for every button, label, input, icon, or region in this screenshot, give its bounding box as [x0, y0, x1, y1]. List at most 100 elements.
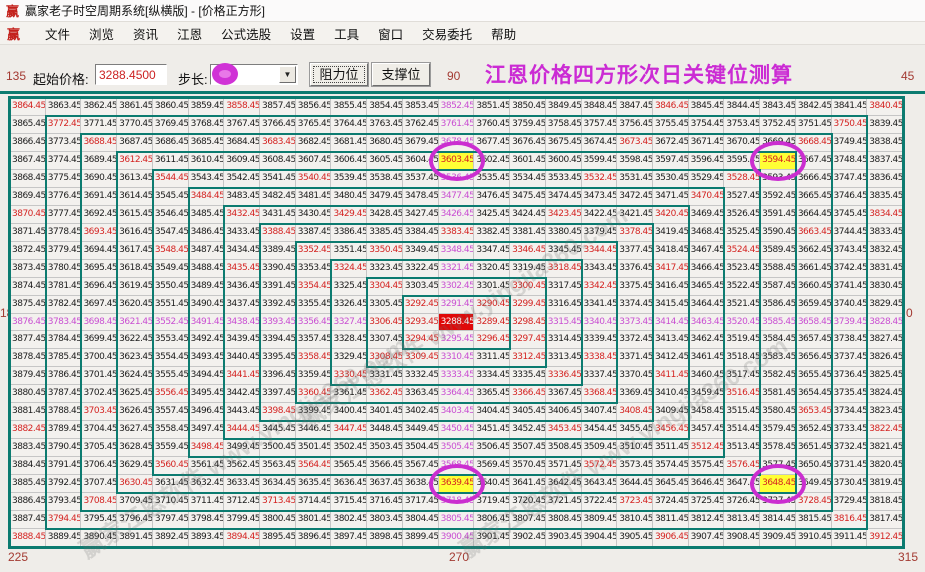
menu-item-2[interactable]: 资讯 [133, 24, 158, 43]
start-price-input[interactable] [95, 64, 167, 85]
grid-cell: 3388.45 [260, 224, 296, 242]
grid-cell: 3316.45 [546, 296, 582, 314]
grid-cell: 3661.45 [796, 260, 832, 278]
grid-cell: 3559.45 [153, 439, 189, 457]
grid-cell: 3667.45 [796, 152, 832, 170]
grid-cell: 3684.45 [224, 134, 260, 152]
grid-cell: 3544.45 [153, 170, 189, 188]
grid-cell: 3348.45 [439, 242, 475, 260]
grid-cell: 3584.45 [760, 331, 796, 349]
grid-cell: 3722.45 [582, 493, 618, 511]
grid-cell: 3633.45 [224, 475, 260, 493]
menu-item-6[interactable]: 工具 [334, 24, 359, 43]
grid-cell: 3498.45 [189, 439, 225, 457]
grid-cell: 3607.45 [296, 152, 332, 170]
grid-cell: 3296.45 [474, 331, 510, 349]
grid-cell: 3340.45 [582, 314, 618, 332]
grid-cell: 3319.45 [510, 260, 546, 278]
grid-cell: 3336.45 [546, 367, 582, 385]
grid-cell: 3507.45 [510, 439, 546, 457]
grid-cell: 3660.45 [796, 278, 832, 296]
grid-cell: 3475.45 [510, 188, 546, 206]
grid-cell: 3832.45 [867, 242, 903, 260]
grid-cell: 3486.45 [189, 224, 225, 242]
grid-cell: 3833.45 [867, 224, 903, 242]
grid-cell: 3848.45 [582, 98, 618, 116]
grid-cell: 3741.45 [832, 278, 868, 296]
grid-cell: 3839.45 [867, 116, 903, 134]
grid-cell: 3797.45 [153, 511, 189, 529]
grid-cell: 3674.45 [582, 134, 618, 152]
grid-cell: 3552.45 [153, 314, 189, 332]
grid-cell: 3901.45 [474, 529, 510, 547]
grid-cell: 3419.45 [653, 224, 689, 242]
grid-cell: 3325.45 [331, 278, 367, 296]
grid-cell: 3882.45 [10, 421, 46, 439]
menu-item-0[interactable]: 文件 [45, 24, 70, 43]
grid-cell: 3368.45 [582, 385, 618, 403]
grid-cell: 3757.45 [582, 116, 618, 134]
menu-item-7[interactable]: 窗口 [378, 24, 403, 43]
grid-cell: 3522.45 [724, 278, 760, 296]
grid-cell: 3503.45 [367, 439, 403, 457]
grid-cell: 3414.45 [653, 314, 689, 332]
menu-item-5[interactable]: 设置 [290, 24, 315, 43]
grid-cell: 3625.45 [117, 385, 153, 403]
step-label: 步长: [178, 69, 208, 88]
grid-cell: 3554.45 [153, 349, 189, 367]
grid-cell: 3740.45 [832, 296, 868, 314]
grid-cell: 3533.45 [546, 170, 582, 188]
menu-item-1[interactable]: 浏览 [89, 24, 114, 43]
grid-cell: 3510.45 [617, 439, 653, 457]
grid-cell: 3653.45 [796, 403, 832, 421]
app-window: 赢 赢家老子时空周期系统[纵横版] - [价格正方形] 赢 文件浏览资讯江恩公式… [0, 0, 925, 572]
grid-cell: 3564.45 [296, 457, 332, 475]
grid-cell: 3332.45 [403, 367, 439, 385]
grid-cell: 3884.45 [10, 457, 46, 475]
grid-cell: 3837.45 [867, 152, 903, 170]
grid-cell: 3822.45 [867, 421, 903, 439]
toolbar: 起始价格: 步长: ▼ 阻力位 支撑位 江恩价格四方形次日关键位测算 [0, 45, 925, 91]
support-button[interactable]: 支撑位 [372, 63, 430, 86]
grid-cell: 3672.45 [653, 134, 689, 152]
menu-item-8[interactable]: 交易委托 [422, 24, 472, 43]
grid-cell: 3561.45 [189, 457, 225, 475]
menu-item-4[interactable]: 公式选股 [221, 24, 271, 43]
grid-cell: 3582.45 [760, 367, 796, 385]
mdi-child-logo-icon: 赢 [7, 24, 20, 43]
grid-cell: 3356.45 [296, 314, 332, 332]
menu-item-9[interactable]: 帮助 [491, 24, 516, 43]
grid-cell: 3892.45 [153, 529, 189, 547]
menu-item-3[interactable]: 江恩 [177, 24, 202, 43]
grid-cell: 3883.45 [10, 439, 46, 457]
grid-cell: 3327.45 [331, 314, 367, 332]
grid-cell: 3492.45 [189, 331, 225, 349]
grid-cell: 3484.45 [189, 188, 225, 206]
grid-cell: 3802.45 [331, 511, 367, 529]
chevron-down-icon[interactable]: ▼ [279, 66, 296, 83]
grid-cell: 3889.45 [46, 529, 82, 547]
grid-cell: 3312.45 [510, 349, 546, 367]
grid-cell: 3817.45 [867, 511, 903, 529]
grid-cell: 3618.45 [117, 260, 153, 278]
grid-cell: 3323.45 [367, 260, 403, 278]
resistance-button[interactable]: 阻力位 [310, 63, 368, 86]
grid-cell: 3448.45 [367, 421, 403, 439]
grid-cell: 3436.45 [224, 278, 260, 296]
grid-cell: 3590.45 [760, 224, 796, 242]
grid-cell: 3581.45 [760, 385, 796, 403]
grid-cell: 3367.45 [546, 385, 582, 403]
grid-cell: 3754.45 [689, 116, 725, 134]
grid-cell: 3333.45 [439, 367, 475, 385]
grid-cell: 3412.45 [653, 349, 689, 367]
grid-cell: 3789.45 [46, 421, 82, 439]
grid-cell: 3856.45 [296, 98, 332, 116]
grid-cell: 3868.45 [10, 170, 46, 188]
grid-cell: 3898.45 [367, 529, 403, 547]
grid-cell: 3601.45 [510, 152, 546, 170]
grid-cell: 3451.45 [474, 421, 510, 439]
grid-cell: 3841.45 [832, 98, 868, 116]
grid-cell: 3743.45 [832, 242, 868, 260]
grid-cell: 3642.45 [546, 475, 582, 493]
grid-cell: 3734.45 [832, 403, 868, 421]
